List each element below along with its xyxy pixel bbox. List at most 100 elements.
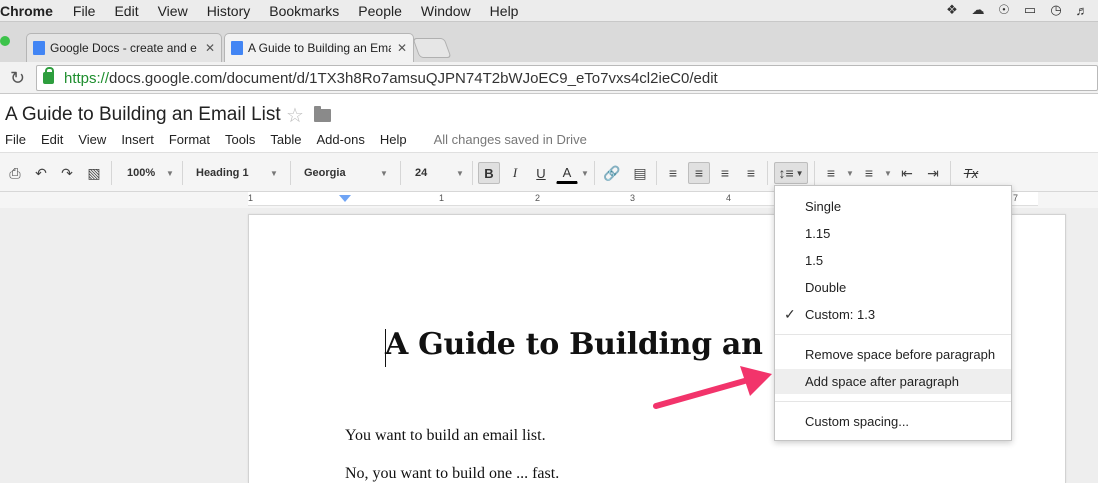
spacing-option-label: Custom: 1.3 (805, 307, 876, 322)
tab-title: Google Docs - create and e (50, 41, 197, 55)
address-row: ↻ https:// docs.google.com/document/d/1T… (0, 62, 1098, 94)
menu-help[interactable]: Help (490, 3, 519, 19)
spacing-option-1-5[interactable]: 1.5 (775, 248, 1011, 273)
docs-menu-insert[interactable]: Insert (121, 132, 154, 147)
reload-icon[interactable]: ↻ (10, 68, 25, 89)
status-tray: ❖ ☁ ☉ ▭ ◷ ♬ (944, 2, 1090, 18)
tab-email-list-guide[interactable]: A Guide to Building an Ema ✕ (224, 33, 414, 62)
justify-icon[interactable]: ≡ (740, 162, 762, 184)
new-tab-button[interactable] (412, 38, 452, 58)
doc-paragraph[interactable]: You want to build an email list. (345, 427, 546, 445)
comment-icon[interactable]: ▤ (629, 162, 651, 184)
underline-button[interactable]: U (530, 162, 552, 184)
mac-menu-bar: Chrome File Edit View History Bookmarks … (0, 0, 1098, 22)
url-omnibox[interactable]: https:// docs.google.com/document/d/1TX3… (36, 65, 1098, 91)
ruler-mark: 7 (1013, 193, 1019, 203)
ruler-mark: 1 (248, 193, 254, 203)
docs-menu-edit[interactable]: Edit (41, 132, 63, 147)
menu-bookmarks[interactable]: Bookmarks (269, 3, 339, 19)
browser-tab-strip: Google Docs - create and e ✕ A Guide to … (0, 22, 1098, 62)
chevron-down-icon: ▼ (380, 169, 388, 178)
docs-menu-file[interactable]: File (5, 132, 26, 147)
folder-icon[interactable] (314, 106, 331, 122)
undo-icon[interactable]: ↶ (30, 162, 52, 184)
text-cursor (385, 329, 386, 367)
docs-favicon-icon (33, 41, 45, 55)
docs-menu-tools[interactable]: Tools (225, 132, 255, 147)
docs-menu-help[interactable]: Help (380, 132, 407, 147)
spacing-option-1-15[interactable]: 1.15 (775, 221, 1011, 246)
spacing-option-double[interactable]: Double (775, 275, 1011, 300)
bold-button[interactable]: B (478, 162, 500, 184)
window-zoom-button[interactable] (0, 36, 10, 46)
docs-header: A Guide to Building an Email List ☆ File… (0, 94, 1098, 152)
menu-people[interactable]: People (358, 3, 402, 19)
menu-view[interactable]: View (158, 3, 188, 19)
line-spacing-icon[interactable]: ↕≡ ▼ (774, 162, 808, 184)
airplay-icon[interactable]: ▭ (1022, 2, 1038, 18)
ruler-mark: 4 (726, 193, 732, 203)
chevron-down-icon: ▼ (456, 169, 464, 178)
docs-menu-table[interactable]: Table (270, 132, 301, 147)
italic-button[interactable]: I (504, 162, 526, 184)
cloud-icon[interactable]: ☁ (970, 2, 986, 18)
checkmark-icon: ✓ (784, 306, 796, 322)
clear-formatting-button[interactable]: Tx (960, 162, 982, 184)
app-menu-chrome[interactable]: Chrome (0, 3, 53, 19)
increase-indent-icon[interactable]: ⇥ (922, 162, 944, 184)
volume-icon[interactable]: ♬ (1074, 2, 1090, 18)
menu-history[interactable]: History (207, 3, 251, 19)
line-spacing-menu: Single 1.15 1.5 Double ✓ Custom: 1.3 Rem… (774, 185, 1012, 441)
doc-heading[interactable]: A Guide to Building an E (385, 327, 796, 362)
ruler-mark: 3 (630, 193, 636, 203)
font-size-select[interactable]: 24 (415, 162, 427, 184)
link-icon[interactable]: 🔗 (601, 162, 623, 184)
chevron-down-icon: ▼ (270, 169, 278, 178)
docs-menu-bar: File Edit View Insert Format Tools Table… (5, 132, 587, 147)
remove-space-before-paragraph[interactable]: Remove space before paragraph (775, 342, 1011, 367)
redo-icon[interactable]: ↷ (56, 162, 78, 184)
decrease-indent-icon[interactable]: ⇤ (896, 162, 918, 184)
docs-menu-format[interactable]: Format (169, 132, 210, 147)
close-tab-icon[interactable]: ✕ (205, 41, 215, 55)
docs-favicon-icon (231, 41, 243, 55)
menu-edit[interactable]: Edit (114, 3, 138, 19)
bulleted-list-icon[interactable]: ≡ (858, 162, 880, 184)
onepassword-icon[interactable]: ☉ (996, 2, 1012, 18)
spacing-option-single[interactable]: Single (775, 194, 1011, 219)
docs-menu-addons[interactable]: Add-ons (316, 132, 364, 147)
document-title[interactable]: A Guide to Building an Email List (5, 104, 281, 126)
doc-paragraph[interactable]: No, you want to build one ... fast. (345, 465, 559, 483)
align-left-icon[interactable]: ≡ (662, 162, 684, 184)
pointer-arrow-icon (653, 366, 772, 409)
menu-window[interactable]: Window (421, 3, 471, 19)
close-tab-icon[interactable]: ✕ (397, 41, 407, 55)
align-right-icon[interactable]: ≡ (714, 162, 736, 184)
star-icon[interactable]: ☆ (286, 103, 304, 128)
numbered-list-icon[interactable]: ≡ (820, 162, 842, 184)
save-status: All changes saved in Drive (433, 132, 587, 147)
url-path: docs.google.com/document/d/1TX3h8Ro7amsu… (109, 69, 718, 87)
ruler-mark: 2 (535, 193, 541, 203)
time-machine-icon[interactable]: ◷ (1048, 2, 1064, 18)
style-select[interactable]: Heading 1 (196, 162, 249, 184)
font-select[interactable]: Georgia (304, 162, 346, 184)
indent-marker[interactable] (339, 195, 351, 202)
chevron-down-icon: ▼ (166, 169, 174, 178)
spacing-option-custom-1-3[interactable]: ✓ Custom: 1.3 (775, 302, 1011, 327)
tab-google-docs[interactable]: Google Docs - create and e ✕ (26, 33, 222, 62)
chevron-down-icon: ▼ (884, 169, 892, 178)
menu-file[interactable]: File (73, 3, 96, 19)
print-icon[interactable]: ⎙ (4, 162, 26, 184)
zoom-select[interactable]: 100% (127, 162, 155, 184)
text-color-button[interactable]: A (556, 162, 578, 184)
chevron-down-icon: ▼ (581, 169, 589, 178)
align-center-icon[interactable]: ≡ (688, 162, 710, 184)
tab-title: A Guide to Building an Ema (248, 41, 391, 55)
dropbox-icon[interactable]: ❖ (944, 2, 960, 18)
docs-menu-view[interactable]: View (78, 132, 106, 147)
add-space-after-paragraph[interactable]: Add space after paragraph (775, 369, 1011, 394)
custom-spacing-option[interactable]: Custom spacing... (775, 409, 1011, 434)
paint-format-icon[interactable]: ▧ (83, 162, 105, 184)
chevron-down-icon: ▼ (846, 169, 854, 178)
